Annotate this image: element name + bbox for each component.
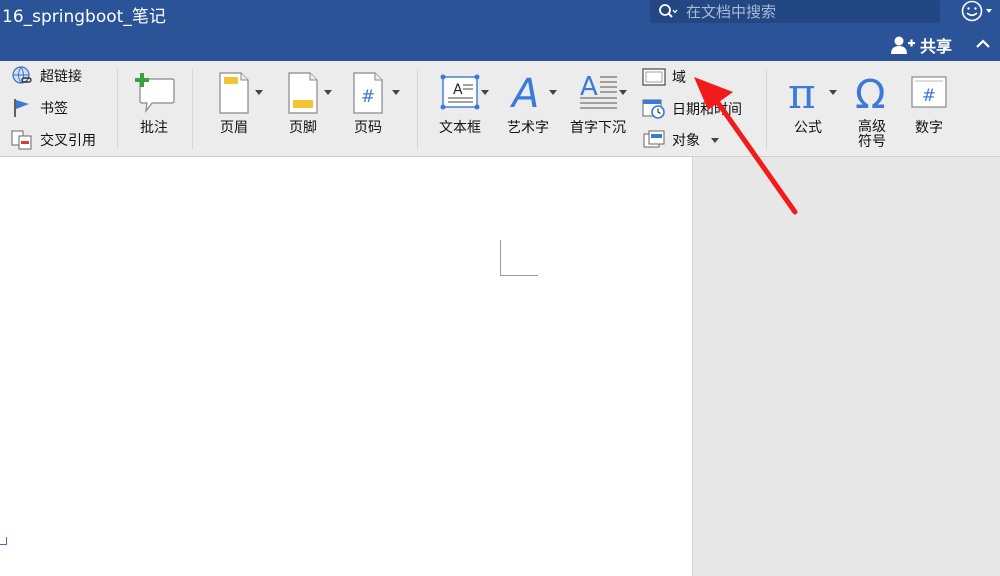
title-bar: 16_springboot_笔记 共享: [0, 0, 1000, 61]
dropcap-dropdown-icon[interactable]: [619, 90, 627, 95]
bookmark-button[interactable]: 书签: [10, 97, 68, 119]
text-box-icon: A: [440, 74, 480, 110]
search-icon[interactable]: [658, 3, 678, 21]
svg-text:#: #: [922, 86, 936, 106]
hyperlink-button[interactable]: 超链接: [10, 65, 82, 87]
dropcap-label: 首字下沉: [570, 120, 626, 136]
object-label: 对象: [672, 133, 700, 149]
document-page[interactable]: [0, 157, 693, 576]
hyperlink-label: 超链接: [40, 69, 82, 85]
pi-icon: π: [788, 71, 816, 115]
document-title: 16_springboot_笔记: [2, 7, 166, 27]
search-input[interactable]: [686, 1, 926, 22]
hyperlink-icon: [12, 66, 32, 84]
share-label: 共享: [920, 37, 953, 56]
cross-reference-label: 交叉引用: [40, 133, 96, 149]
svg-text:Ω: Ω: [855, 72, 886, 115]
header-label: 页眉: [220, 120, 248, 136]
advanced-symbol-label: 高级 符号: [858, 119, 886, 150]
text-box-dropdown-icon[interactable]: [481, 90, 489, 95]
object-icon: [643, 130, 665, 148]
footer-button[interactable]: 页脚: [277, 71, 329, 136]
advanced-symbol-button[interactable]: Ω 高级 符号: [848, 71, 896, 150]
comment-button[interactable]: 批注: [128, 71, 180, 136]
equation-button[interactable]: π 公式: [780, 71, 836, 136]
add-person-icon: [891, 36, 915, 54]
comment-label: 批注: [140, 120, 168, 136]
svg-text:A: A: [509, 71, 539, 115]
bookmark-flag-icon: [14, 99, 29, 117]
datetime-button[interactable]: 日期和时间: [642, 98, 742, 120]
bookmark-label: 书签: [40, 101, 68, 117]
cross-reference-icon: [11, 130, 32, 150]
add-comment-icon: [135, 73, 175, 114]
wordart-dropdown-icon[interactable]: [549, 90, 557, 95]
object-button[interactable]: 对象: [642, 129, 700, 151]
share-button[interactable]: 共享: [890, 34, 952, 56]
equation-label: 公式: [794, 120, 822, 136]
text-box-label: 文本框: [439, 120, 481, 136]
wordart-label: 艺术字: [507, 120, 549, 136]
text-box-button[interactable]: A 文本框: [432, 71, 488, 136]
margin-corner-mark: [500, 240, 538, 276]
dropcap-icon: A: [580, 72, 617, 109]
number-label: 数字: [915, 120, 943, 136]
omega-icon: Ω: [855, 72, 886, 115]
number-button[interactable]: # 数字: [904, 71, 954, 136]
page-number-button[interactable]: # 页码: [342, 71, 394, 136]
dropcap-button[interactable]: A 首字下沉: [568, 71, 628, 136]
datetime-label: 日期和时间: [672, 102, 742, 118]
header-dropdown-icon[interactable]: [255, 90, 263, 95]
header-icon: [219, 72, 249, 114]
cross-reference-button[interactable]: 交叉引用: [10, 129, 96, 151]
equation-dropdown-icon[interactable]: [829, 90, 837, 95]
footer-label: 页脚: [289, 120, 317, 136]
page-corner-mark: [0, 537, 7, 545]
svg-text:#: #: [361, 87, 375, 107]
ribbon-separator: [192, 69, 193, 149]
field-brackets-icon: [642, 68, 666, 86]
wordart-icon: A: [509, 71, 539, 115]
field-label: 域: [672, 70, 686, 86]
header-button[interactable]: 页眉: [208, 71, 260, 136]
footer-dropdown-icon[interactable]: [324, 90, 332, 95]
insert-ribbon: 超链接 书签 交叉引用 批注 页眉 页脚 # 页码 A 文本框 A 艺术字 A …: [0, 61, 1000, 157]
document-background-pane: [694, 157, 1000, 576]
svg-text:π: π: [788, 71, 816, 115]
number-icon: #: [911, 76, 947, 108]
page-number-label: 页码: [354, 120, 382, 136]
svg-text:A: A: [453, 82, 463, 98]
footer-icon: [288, 72, 318, 114]
ribbon-separator: [766, 69, 767, 149]
ribbon-separator: [117, 69, 118, 149]
calendar-clock-icon: [642, 99, 665, 119]
wordart-button[interactable]: A 艺术字: [502, 71, 554, 136]
page-number-icon: #: [353, 72, 383, 114]
ribbon-separator: [417, 69, 418, 149]
field-button[interactable]: 域: [642, 66, 686, 88]
chevron-up-icon[interactable]: [974, 36, 992, 52]
page-number-dropdown-icon[interactable]: [392, 90, 400, 95]
search-box[interactable]: [650, 0, 940, 23]
smiley-feedback-icon[interactable]: [960, 0, 998, 22]
object-dropdown-icon[interactable]: [711, 138, 719, 143]
